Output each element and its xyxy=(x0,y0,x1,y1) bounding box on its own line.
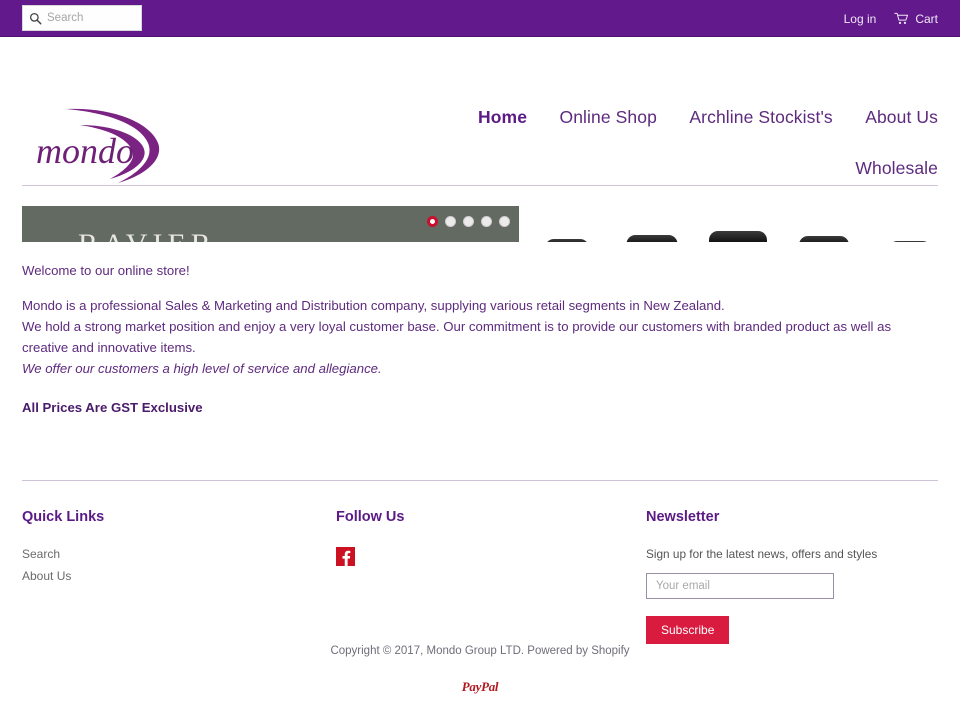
welcome-heading: Welcome to our online store! xyxy=(22,263,190,278)
quick-links-heading: Quick Links xyxy=(22,509,105,525)
product-thumbnail-1[interactable] xyxy=(538,206,595,242)
cart-link[interactable]: Cart xyxy=(894,12,938,26)
nav-item-archline-stockists[interactable]: Archline Stockist's xyxy=(689,107,832,127)
nav-item-home[interactable]: Home xyxy=(478,107,527,127)
slide-dot-4[interactable] xyxy=(481,216,492,227)
product-thumbnail-5[interactable] xyxy=(881,206,938,242)
site-logo[interactable]: mondo xyxy=(22,95,174,191)
login-label: Log in xyxy=(843,11,877,26)
facebook-link[interactable] xyxy=(336,547,636,566)
service-paragraph: We offer our customers a high level of s… xyxy=(22,361,382,376)
footer-column-follow-us: Follow Us xyxy=(336,509,636,566)
footer-column-newsletter: Newsletter Sign up for the latest news, … xyxy=(646,509,938,644)
subscribe-button[interactable]: Subscribe xyxy=(646,616,730,644)
copyright-text: Copyright © 2017, Mondo Group LTD. Power… xyxy=(330,645,630,657)
product-image-3 xyxy=(709,231,767,242)
product-thumbnail-4[interactable] xyxy=(795,206,852,242)
product-thumbnail-strip xyxy=(538,206,938,242)
cart-label: Cart xyxy=(915,11,938,26)
paypal-logo: PayPal xyxy=(461,679,499,694)
newsletter-heading: Newsletter xyxy=(646,509,720,525)
footer-divider xyxy=(22,480,938,481)
product-image-1 xyxy=(544,239,589,242)
gst-notice: All Prices Are GST Exclusive xyxy=(22,400,203,415)
product-image-5 xyxy=(888,241,931,242)
nav-row-primary: Home Online Shop Archline Stockist's Abo… xyxy=(378,107,938,128)
newsletter-email-input[interactable] xyxy=(646,573,834,599)
newsletter-description: Sign up for the latest news, offers and … xyxy=(646,547,878,561)
nav-item-wholesale[interactable]: Wholesale xyxy=(855,158,938,178)
logo-text: mondo xyxy=(36,131,134,171)
mondo-logo-icon: mondo xyxy=(36,108,160,183)
slide-title: RAVIER xyxy=(78,228,216,242)
login-link[interactable]: Log in xyxy=(844,12,877,26)
top-utility-bar: Log in Cart xyxy=(0,0,960,37)
slideshow-banner[interactable]: RAVIER xyxy=(22,206,519,242)
nav-row-secondary: Wholesale xyxy=(378,158,938,179)
footer-column-quick-links: Quick Links Search About Us xyxy=(22,509,322,591)
footer-link-search[interactable]: Search xyxy=(22,547,322,561)
search-input[interactable] xyxy=(47,12,135,24)
facebook-icon xyxy=(336,547,355,566)
slideshow-pagination xyxy=(427,216,510,227)
search-icon xyxy=(29,12,42,24)
nav-item-about-us[interactable]: About Us xyxy=(865,107,938,127)
intro-paragraph: Mondo is a professional Sales & Marketin… xyxy=(22,298,725,313)
site-header: mondo Home Online Shop Archline Stockist… xyxy=(0,37,960,185)
slide-dot-5[interactable] xyxy=(499,216,510,227)
hero-row: RAVIER xyxy=(22,206,938,242)
nav-item-online-shop[interactable]: Online Shop xyxy=(560,107,657,127)
slide-dot-2[interactable] xyxy=(445,216,456,227)
main-navigation: Home Online Shop Archline Stockist's Abo… xyxy=(378,107,938,179)
product-thumbnail-3[interactable] xyxy=(709,206,767,242)
slide-dot-3[interactable] xyxy=(463,216,474,227)
footer-link-about-us[interactable]: About Us xyxy=(22,569,322,583)
cart-icon xyxy=(894,12,909,25)
site-footer: Quick Links Search About Us Follow Us Ne… xyxy=(22,509,938,644)
slide-dot-1[interactable] xyxy=(427,216,438,227)
follow-us-heading: Follow Us xyxy=(336,509,405,525)
topbar-actions: Log in Cart xyxy=(844,0,938,37)
footer-divider-wrap xyxy=(0,480,960,481)
product-image-4 xyxy=(798,236,849,242)
product-thumbnail-2[interactable] xyxy=(624,206,681,242)
product-image-2 xyxy=(626,235,678,242)
market-paragraph: We hold a strong market position and enj… xyxy=(22,319,892,355)
search-box[interactable] xyxy=(22,5,142,31)
welcome-content: Welcome to our online store! Mondo is a … xyxy=(22,260,938,418)
